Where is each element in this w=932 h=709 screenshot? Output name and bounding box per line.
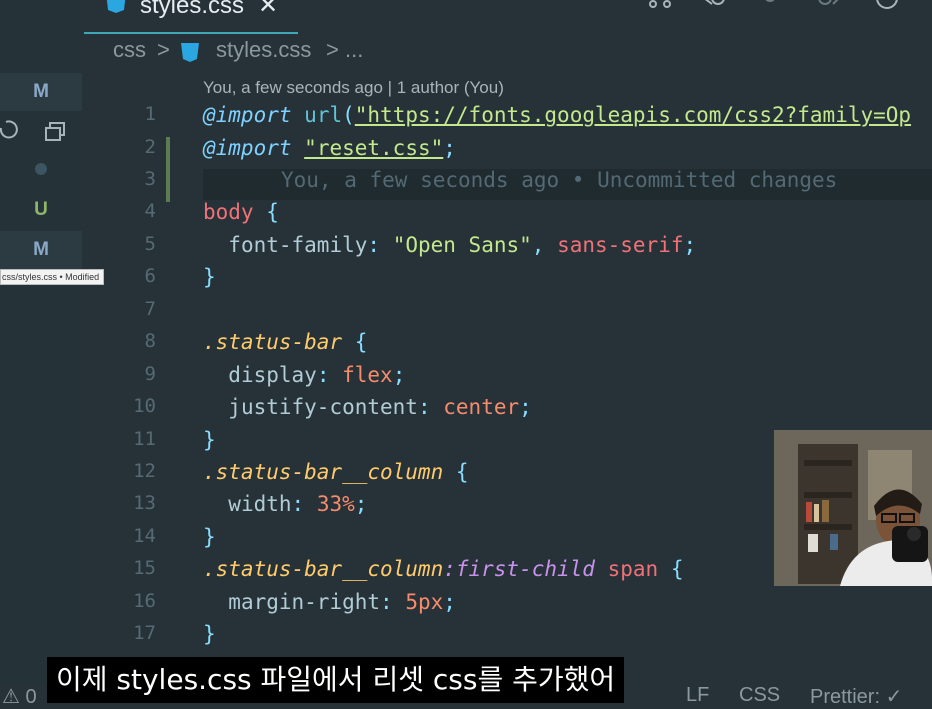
code-line[interactable]: 16 margin-right: 5px; — [0, 590, 932, 623]
code-line[interactable]: 10 justify-content: center; — [0, 395, 932, 428]
token-property: justify-content — [228, 395, 418, 419]
git-status-badge: M — [33, 81, 49, 102]
line-number: 17 — [133, 622, 156, 644]
token-value: 5px — [405, 590, 444, 614]
line-number: 1 — [144, 103, 156, 125]
token-pseudo-class: :first-child — [443, 557, 595, 581]
token-punctuation: , — [531, 233, 545, 257]
line-number: 5 — [144, 233, 156, 255]
token-property: margin-right — [228, 590, 381, 614]
token-keyword: @import — [203, 103, 292, 127]
code-line[interactable]: 1 @import url("https://fonts.googleapis.… — [0, 103, 932, 136]
warning-count: 0 — [25, 686, 37, 708]
code-line[interactable]: 6 } — [0, 265, 932, 298]
eol-selector[interactable]: LF — [686, 684, 709, 707]
code-line[interactable]: 9 display: flex; — [0, 363, 932, 396]
code-line[interactable]: 7 — [0, 298, 932, 331]
css3-icon — [106, 0, 126, 13]
token-url[interactable]: "https://fonts.googleapis.com/css2?famil… — [355, 103, 911, 127]
prettier-status[interactable]: Prettier: ✓ — [810, 684, 902, 709]
token-punctuation: : — [367, 233, 381, 257]
token-selector: span — [607, 557, 659, 581]
token-punctuation: ; — [443, 136, 456, 160]
breadcrumb-separator: > — [157, 37, 170, 62]
presenter-video — [774, 430, 932, 586]
line-number: 10 — [133, 395, 156, 417]
breadcrumb-file[interactable]: styles.css — [216, 37, 311, 63]
more-actions-icon[interactable] — [874, 0, 900, 10]
line-number: 14 — [133, 525, 156, 547]
token-punctuation: { — [266, 200, 279, 224]
go-back-icon[interactable] — [700, 0, 726, 10]
line-number: 9 — [144, 363, 156, 385]
warning-icon: ⚠ — [2, 686, 20, 708]
code-line-current[interactable]: 3 You, a few seconds ago • Uncommitted c… — [0, 168, 932, 201]
codelens-blame[interactable]: You, a few seconds ago | 1 author (You) — [203, 78, 504, 98]
token-property: display — [228, 363, 317, 387]
line-number: 16 — [133, 590, 156, 612]
token-class-selector: .status-bar — [203, 330, 343, 354]
code-line[interactable]: 17 } — [0, 622, 932, 655]
token-punctuation: } — [203, 525, 216, 549]
video-subtitle: 이제 styles.css 파일에서 리셋 css를 추가했어 — [47, 657, 625, 703]
breadcrumb-folder[interactable]: css — [113, 37, 146, 63]
token-function: url — [304, 103, 343, 127]
css3-icon — [181, 43, 199, 62]
token-selector: body — [203, 200, 254, 224]
token-punctuation: } — [203, 428, 216, 452]
line-number: 12 — [133, 460, 156, 482]
close-icon[interactable]: ✕ — [258, 0, 278, 20]
inline-blame: You, a few seconds ago • Uncommitted cha… — [281, 168, 838, 192]
token-property: width — [228, 492, 292, 516]
token-string[interactable]: "reset.css" — [304, 136, 443, 160]
breadcrumb-separator: > — [326, 37, 339, 62]
token-punctuation: { — [670, 557, 684, 581]
line-number: 4 — [144, 200, 156, 222]
token-keyword: @import — [203, 136, 292, 160]
token-property: font-family — [228, 233, 368, 257]
token-value: center — [443, 395, 520, 419]
line-number: 7 — [144, 298, 156, 320]
token-punctuation: { — [354, 330, 368, 354]
line-number: 15 — [133, 557, 156, 579]
line-number: 6 — [144, 265, 156, 287]
line-number: 13 — [133, 492, 156, 514]
tab-title: styles.css — [140, 0, 245, 19]
token-class-selector: .status-bar__column — [203, 557, 444, 581]
code-line[interactable]: 4 body { — [0, 200, 932, 233]
line-number: 11 — [133, 428, 156, 450]
line-number: 3 — [144, 168, 156, 190]
git-compare-icon[interactable] — [647, 0, 673, 10]
token-punctuation: { — [455, 460, 469, 484]
next-change-icon[interactable] — [815, 0, 841, 10]
token-value: flex — [342, 363, 393, 387]
warnings-item[interactable]: ⚠ 0 — [2, 684, 37, 709]
code-line[interactable]: 2 @import "reset.css"; — [0, 136, 932, 169]
token-punctuation: ( — [342, 103, 355, 127]
token-class-selector: .status-bar__column — [203, 460, 444, 484]
webcam-overlay — [774, 430, 932, 586]
token-punctuation: } — [203, 622, 216, 646]
token-punctuation: } — [203, 265, 216, 289]
token-value: 33% — [316, 492, 355, 516]
code-line[interactable]: 5 font-family: "Open Sans", sans-serif; — [0, 233, 932, 266]
line-number: 8 — [144, 330, 156, 352]
language-mode[interactable]: CSS — [739, 684, 780, 707]
token-string: "Open Sans" — [392, 233, 532, 257]
token-punctuation: ; — [683, 233, 697, 257]
code-line[interactable]: 8 .status-bar { — [0, 330, 932, 363]
token-value: sans-serif — [557, 233, 684, 257]
line-number: 2 — [144, 136, 156, 158]
breadcrumb-more[interactable]: ... — [345, 37, 363, 63]
go-forward-icon[interactable] — [757, 0, 783, 10]
